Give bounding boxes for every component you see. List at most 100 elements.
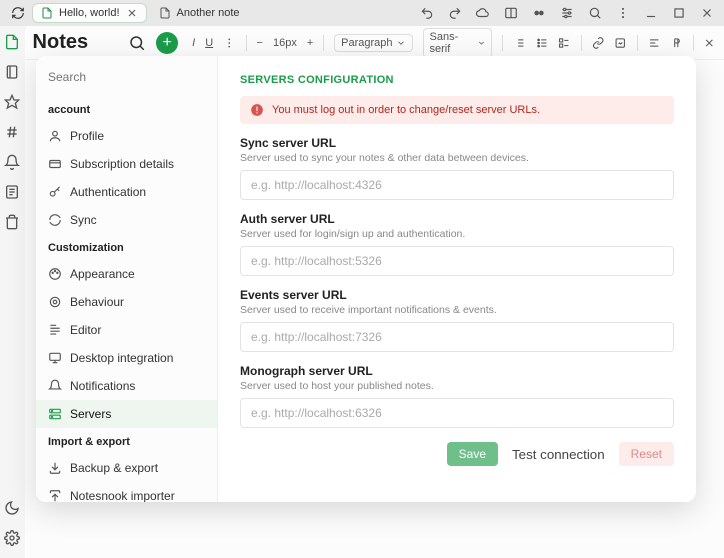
checklist-icon[interactable] (558, 36, 571, 50)
settings-search-input[interactable] (46, 66, 207, 88)
sliders-icon (48, 295, 62, 309)
field-label: Sync server URL (240, 136, 674, 150)
backup-icon (48, 461, 62, 475)
field-help: Server used to host your published notes… (240, 380, 674, 392)
sidebar-item-label: Profile (70, 129, 104, 143)
undo-icon[interactable] (420, 6, 434, 20)
field-help: Server used for login/sign up and authen… (240, 228, 674, 240)
focus-mode-icon[interactable] (532, 6, 546, 20)
underline-button[interactable]: U (205, 37, 213, 49)
notebooks-icon[interactable] (4, 64, 20, 80)
search-icon[interactable] (588, 6, 602, 20)
auth-server-input[interactable] (240, 246, 674, 276)
settings-icon[interactable] (4, 530, 20, 546)
reload-icon[interactable] (4, 6, 32, 20)
events-server-input[interactable] (240, 322, 674, 352)
page-title: Notes (33, 31, 129, 54)
font-size-increase[interactable]: + (307, 37, 313, 49)
tags-icon[interactable] (4, 124, 20, 140)
cloud-icon[interactable] (476, 6, 490, 20)
block-style-select[interactable]: Paragraph (334, 34, 412, 52)
redo-icon[interactable] (448, 6, 462, 20)
ordered-list-icon[interactable] (513, 36, 526, 50)
favorites-icon[interactable] (4, 94, 20, 110)
section-account: account (36, 96, 217, 122)
maximize-icon[interactable] (672, 6, 686, 20)
monographs-icon[interactable] (4, 184, 20, 200)
close-icon[interactable] (126, 7, 138, 19)
sidebar-item-sync[interactable]: Sync (36, 206, 217, 234)
trash-icon[interactable] (4, 214, 20, 230)
sidebar-item-label: Desktop integration (70, 351, 173, 365)
sidebar-item-backup[interactable]: Backup & export (36, 454, 217, 482)
sidebar-item-subscription[interactable]: Subscription details (36, 150, 217, 178)
clear-format-icon[interactable] (703, 36, 716, 50)
sidebar-item-label: Notesnook importer (70, 489, 175, 502)
italic-button[interactable]: I (192, 37, 195, 49)
monitor-icon (48, 351, 62, 365)
field-label: Auth server URL (240, 212, 674, 226)
left-rail (0, 26, 25, 558)
dark-mode-icon[interactable] (4, 500, 20, 516)
sync-server-input[interactable] (240, 170, 674, 200)
reset-button[interactable]: Reset (619, 442, 674, 466)
sidebar-item-desktop[interactable]: Desktop integration (36, 344, 217, 372)
sidebar-item-profile[interactable]: Profile (36, 122, 217, 150)
alert-text: You must log out in order to change/rese… (272, 104, 540, 116)
panel-icon[interactable] (504, 6, 518, 20)
sidebar-item-notifications[interactable]: Notifications (36, 372, 217, 400)
sidebar-item-label: Servers (70, 407, 111, 421)
sidebar-item-notesnook-importer[interactable]: Notesnook importer (36, 482, 217, 502)
field-sync-server: Sync server URL Server used to sync your… (240, 136, 674, 200)
tab-label: Hello, world! (59, 7, 120, 19)
font-size-value[interactable]: 16px (273, 37, 297, 49)
sidebar-item-editor[interactable]: Editor (36, 316, 217, 344)
window-close-icon[interactable] (700, 6, 714, 20)
tab-hello-world[interactable]: Hello, world! (32, 3, 147, 23)
sidebar-item-behaviour[interactable]: Behaviour (36, 288, 217, 316)
link-icon[interactable] (592, 36, 605, 50)
settings-search[interactable] (46, 66, 207, 88)
logout-alert: You must log out in order to change/rese… (240, 96, 674, 124)
attachment-icon[interactable] (614, 36, 627, 50)
settings-content: SERVERS CONFIGURATION You must log out i… (218, 56, 696, 502)
test-connection-button[interactable]: Test connection (512, 447, 605, 462)
import-icon (48, 489, 62, 502)
save-button[interactable]: Save (447, 442, 498, 466)
field-label: Events server URL (240, 288, 674, 302)
minimize-icon[interactable] (644, 6, 658, 20)
font-size-decrease[interactable]: − (257, 37, 263, 49)
text-direction-icon[interactable] (670, 36, 683, 50)
sidebar-item-label: Appearance (70, 267, 135, 281)
bullet-list-icon[interactable] (536, 36, 549, 50)
sidebar-item-authentication[interactable]: Authentication (36, 178, 217, 206)
sidebar-item-label: Behaviour (70, 295, 124, 309)
title-actions (420, 6, 720, 20)
notes-icon[interactable] (4, 34, 20, 50)
properties-icon[interactable] (560, 6, 574, 20)
tab-label: Another note (177, 7, 240, 19)
font-family-select[interactable]: Sans-serif (423, 28, 493, 58)
note-tabs: Hello, world! Another note (32, 3, 248, 23)
note-icon (159, 7, 171, 19)
add-note-button[interactable]: + (156, 32, 178, 54)
sidebar-item-label: Subscription details (70, 157, 174, 171)
sidebar-item-servers[interactable]: Servers (36, 400, 217, 428)
more-format-icon[interactable] (223, 36, 236, 50)
more-icon[interactable] (616, 6, 630, 20)
section-import-export: Import & export (36, 428, 217, 454)
reminders-icon[interactable] (4, 154, 20, 170)
sidebar-item-label: Editor (70, 323, 101, 337)
field-help: Server used to receive important notific… (240, 304, 674, 316)
sidebar-item-appearance[interactable]: Appearance (36, 260, 217, 288)
card-icon (48, 157, 62, 171)
align-icon[interactable] (648, 36, 661, 50)
bell-icon (48, 379, 62, 393)
tab-another-note[interactable]: Another note (151, 3, 248, 23)
sidebar-item-label: Authentication (70, 185, 146, 199)
monograph-server-input[interactable] (240, 398, 674, 428)
search-icon[interactable] (128, 34, 146, 52)
key-icon (48, 185, 62, 199)
dialog-actions: Save Test connection Reset (240, 442, 674, 466)
field-events-server: Events server URL Server used to receive… (240, 288, 674, 352)
